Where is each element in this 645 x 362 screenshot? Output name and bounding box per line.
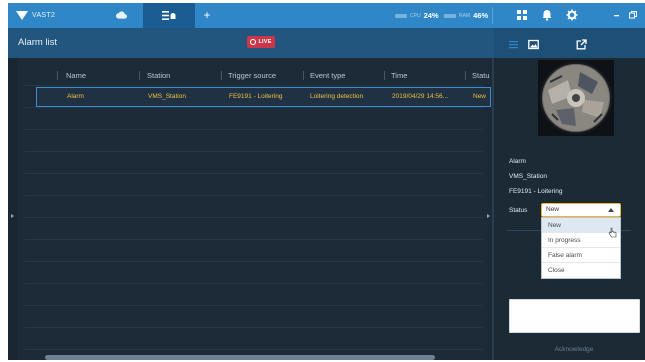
horizontal-scrollbar[interactable] [45, 355, 435, 360]
detail-toolbar [494, 28, 645, 58]
chevron-up-icon [608, 208, 614, 212]
toolbar-divider [492, 7, 493, 24]
cpu-bar [395, 13, 407, 18]
export-icon[interactable] [576, 39, 587, 50]
minimize-icon[interactable] [611, 9, 623, 21]
column-separator [465, 71, 466, 80]
vast-logo-icon [16, 11, 28, 20]
table-header: Name Station Trigger source Event type T… [17, 67, 494, 84]
column-separator [221, 71, 222, 80]
cell-trigger-source: FE9191 - Loitering [229, 93, 283, 100]
column-header-time[interactable]: Time [391, 67, 407, 84]
cpu-meter: CPU 24% [395, 10, 439, 21]
notes-textarea[interactable] [509, 299, 640, 333]
acknowledge-button[interactable]: Acknowledge [539, 346, 609, 356]
status-label: Status [509, 207, 528, 214]
list-icon[interactable] [508, 39, 519, 50]
ram-value: 46% [473, 11, 489, 20]
column-header-station[interactable]: Station [147, 67, 170, 84]
status-option-false-alarm[interactable]: False alarm [542, 248, 620, 263]
left-collapse-strip [8, 58, 17, 360]
column-separator [139, 71, 140, 80]
live-button[interactable]: LIVE [247, 36, 275, 48]
cpu-value: 24% [423, 11, 439, 20]
live-label: LIVE [258, 39, 272, 45]
brand-name: VAST2 [32, 12, 56, 19]
restore-icon[interactable] [627, 9, 639, 21]
detail-alarm-name: Alarm [509, 158, 526, 165]
column-separator [303, 71, 304, 80]
cell-status: New [473, 93, 487, 100]
gear-icon[interactable] [566, 9, 578, 21]
column-header-event-type[interactable]: Event type [310, 67, 345, 84]
fisheye-snapshot[interactable] [538, 60, 614, 136]
table-grid-lines [25, 85, 483, 355]
add-tab-button[interactable]: + [200, 8, 214, 22]
alarm-table: Name Station Trigger source Event type T… [17, 58, 494, 360]
cloud-icon[interactable] [116, 10, 127, 20]
cpu-label: CPU [410, 12, 421, 19]
ram-meter: RAM 46% [444, 10, 488, 21]
cell-station: VMS_Station [148, 93, 186, 100]
status-dropdown[interactable]: New [541, 203, 621, 217]
vast2-window: VAST2 + CPU 24% RAM 46% Alarm list LIVE … [8, 3, 645, 360]
column-separator [384, 71, 385, 80]
tab-alarm-list[interactable] [143, 3, 195, 28]
column-header-status[interactable]: Statu [472, 67, 490, 84]
detail-trigger-source: FE9191 - Loitering [509, 188, 563, 195]
ram-label: RAM [459, 12, 471, 19]
cell-event-type: Loitering detection [310, 93, 364, 100]
add-tab-icon: + [203, 8, 211, 22]
image-icon[interactable] [528, 39, 539, 50]
bell-icon[interactable] [541, 9, 553, 21]
column-header-trigger-source[interactable]: Trigger source [228, 67, 276, 84]
column-header-name[interactable]: Name [66, 67, 86, 84]
expand-right-icon[interactable] [487, 214, 490, 218]
alarm-detail-panel: Alarm VMS_Station FE9191 - Loitering Sta… [494, 58, 645, 360]
column-separator [57, 71, 58, 80]
detail-station: VMS_Station [509, 173, 547, 180]
live-dot-icon [250, 39, 257, 45]
page-title: Alarm list [18, 37, 58, 48]
hand-cursor-icon [608, 227, 617, 238]
top-bar: VAST2 + CPU 24% RAM 46% [8, 3, 645, 28]
table-row[interactable]: Alarm VMS_Station FE9191 - Loitering Loi… [36, 87, 491, 107]
brand[interactable]: VAST2 [16, 9, 55, 22]
status-option-close[interactable]: Close [542, 263, 620, 278]
alarm-list-tab-icon [162, 11, 176, 20]
cell-time: 2019/04/29 14:56... [392, 93, 449, 100]
status-value: New [546, 206, 560, 213]
grid-icon[interactable] [516, 9, 528, 21]
ram-bar [444, 13, 456, 18]
expand-left-icon[interactable] [11, 214, 14, 218]
cell-name: Alarm [67, 93, 84, 100]
